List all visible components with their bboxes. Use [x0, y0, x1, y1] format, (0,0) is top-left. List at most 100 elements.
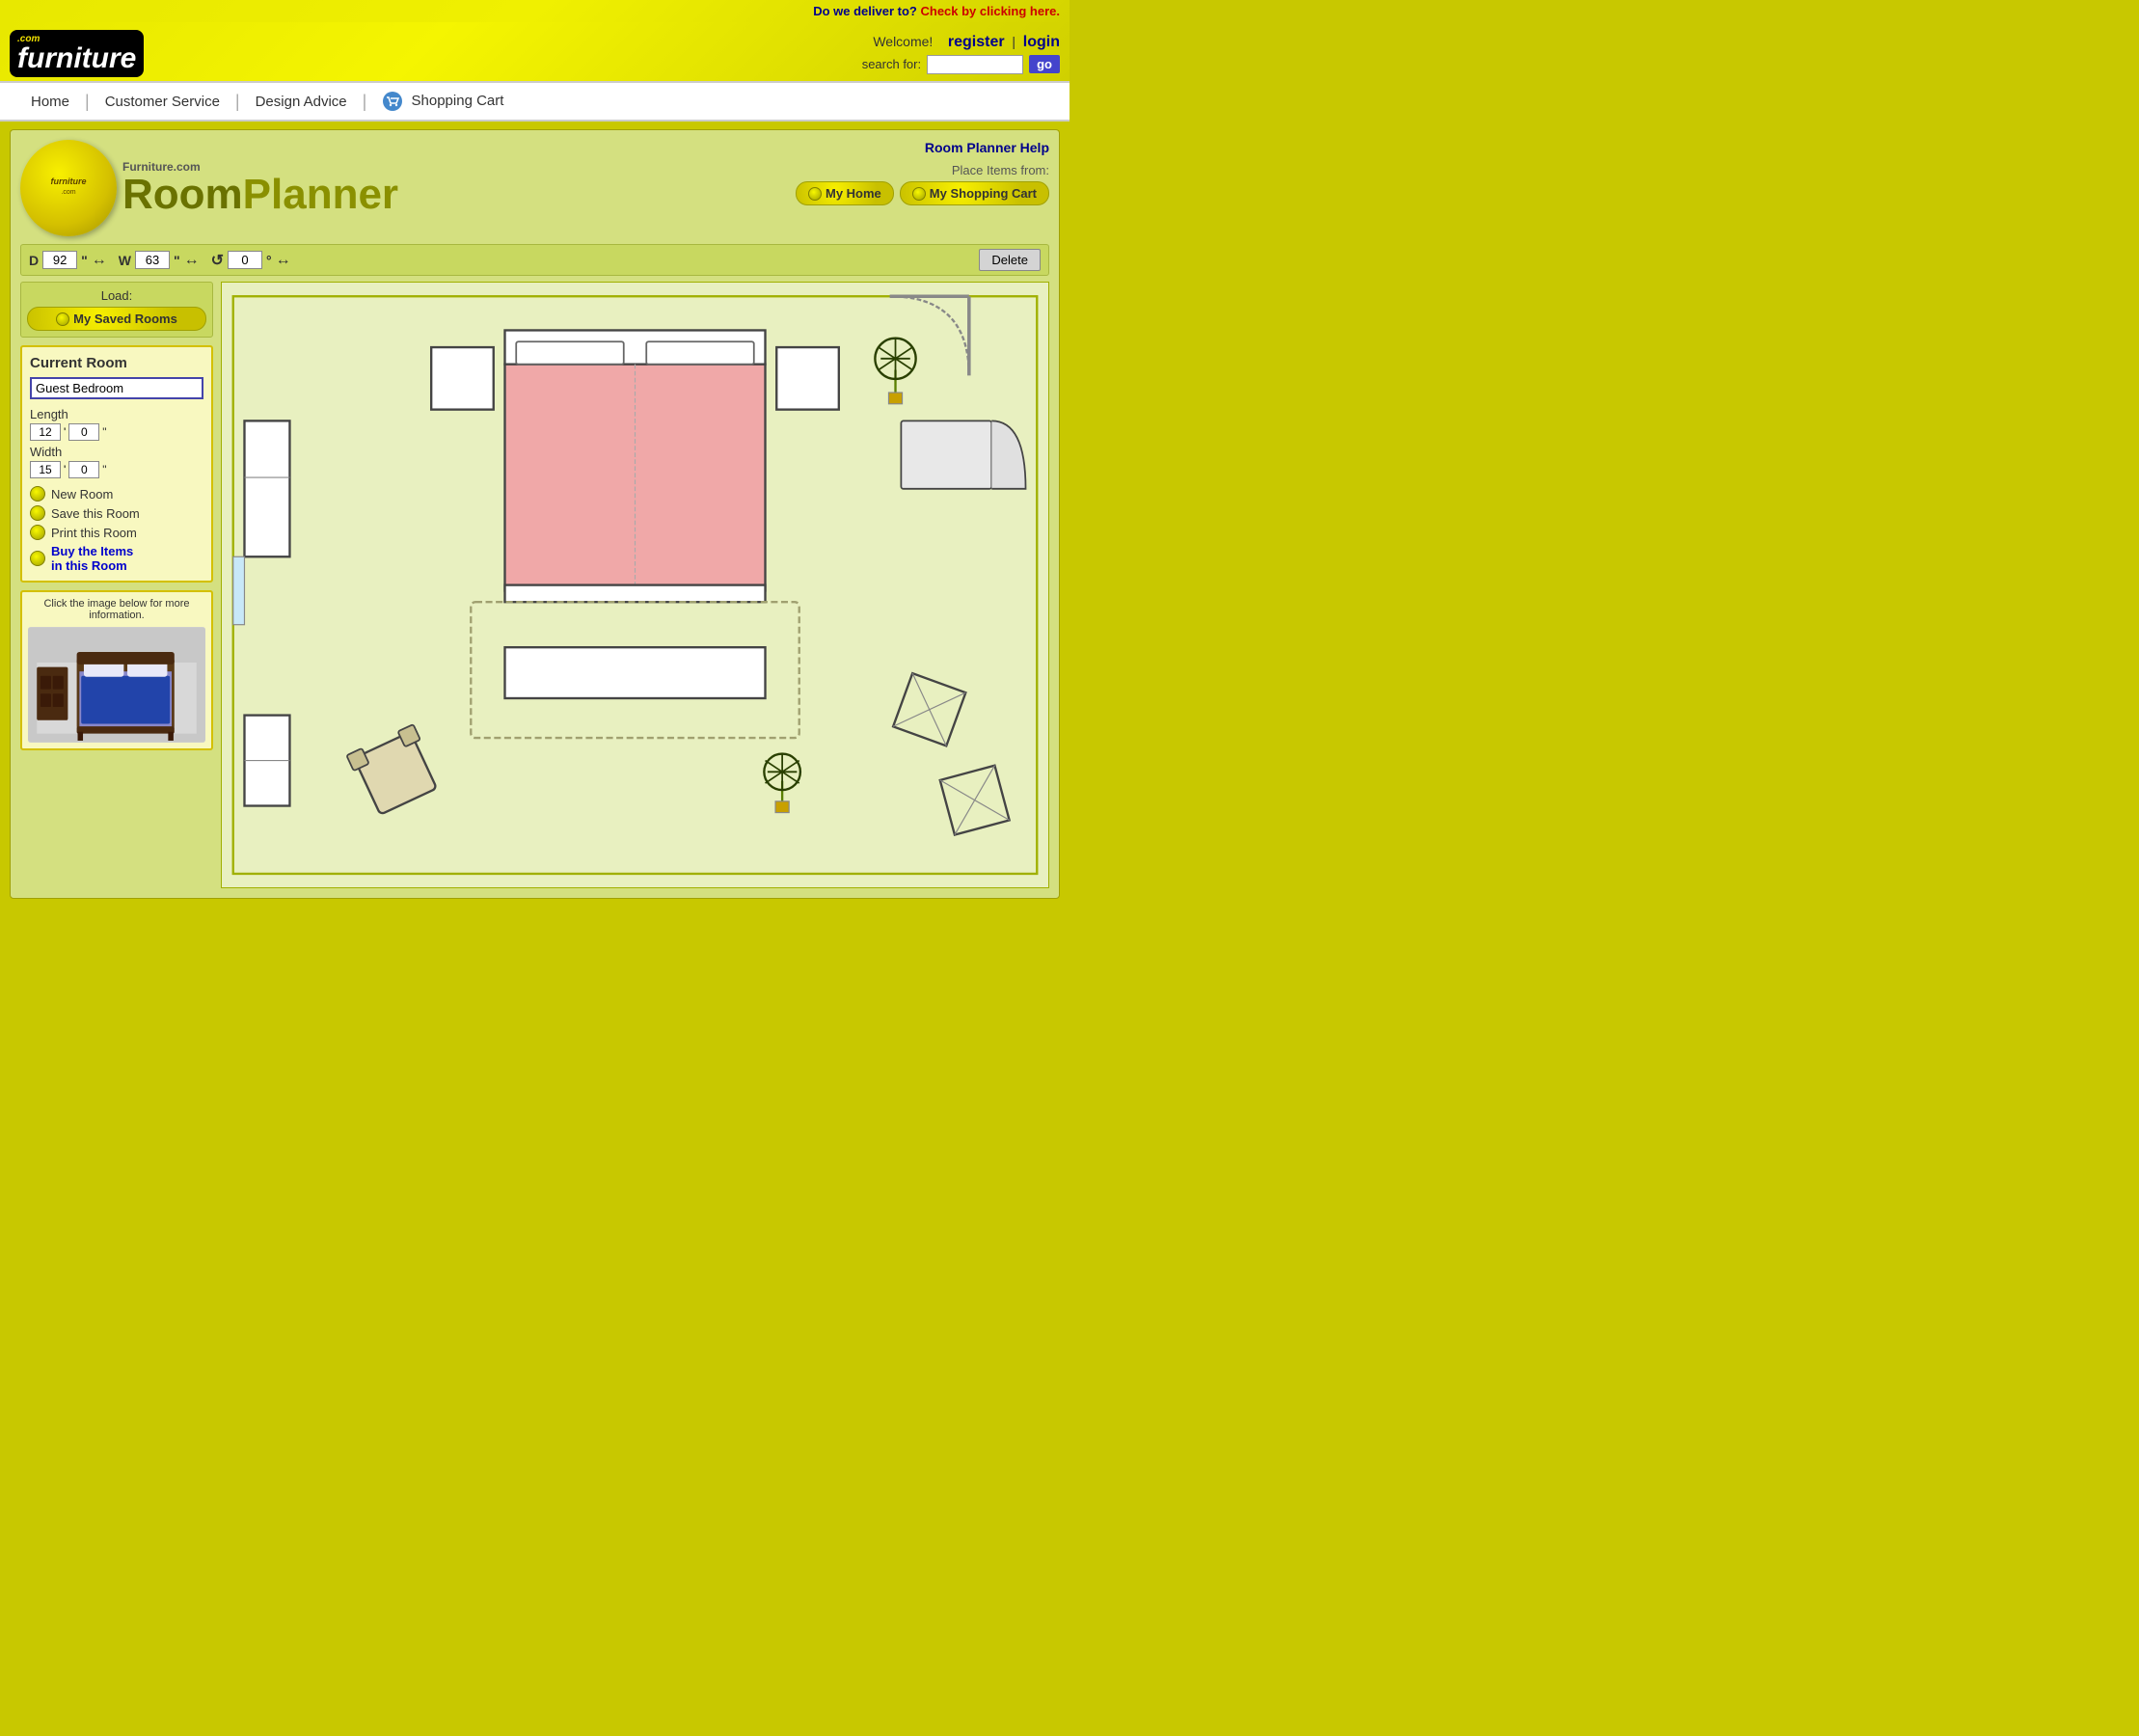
- width-ft-mark: ': [64, 463, 66, 476]
- footer-bar: [0, 912, 1070, 932]
- my-shopping-cart-button[interactable]: My Shopping Cart: [900, 181, 1049, 205]
- register-link[interactable]: register: [948, 34, 1005, 50]
- width-in-mark: ": [102, 463, 106, 476]
- width-dim-row: Width ' ": [30, 445, 203, 478]
- separator: |: [1012, 34, 1015, 49]
- length-in-input[interactable]: [68, 423, 99, 441]
- nav-home[interactable]: Home: [15, 92, 85, 112]
- header-links: Welcome! register | login: [873, 34, 1060, 51]
- load-section: Load: My Saved Rooms: [20, 282, 213, 338]
- search-label: search for:: [862, 57, 921, 71]
- depth-label: D: [29, 253, 39, 268]
- save-room-dot: [30, 505, 45, 521]
- new-room-action[interactable]: New Room: [30, 486, 203, 502]
- saved-rooms-dot: [56, 312, 69, 326]
- print-room-dot: [30, 525, 45, 540]
- width-arrows: ↔: [184, 252, 200, 269]
- logo-box: .com furniture: [10, 30, 144, 77]
- delivery-bar: Do we deliver to? Check by clicking here…: [0, 0, 1070, 22]
- print-room-label: Print this Room: [51, 526, 137, 540]
- planner-top: furniture .com Furniture.com RoomPlanner…: [20, 140, 1049, 236]
- length-ft-mark: ': [64, 425, 66, 439]
- new-room-dot: [30, 486, 45, 502]
- save-room-label: Save this Room: [51, 506, 140, 521]
- depth-control: D " ↔: [29, 251, 107, 269]
- planner-text: Planner: [243, 171, 398, 218]
- width-in-input[interactable]: [68, 461, 99, 478]
- planner-logo-text: Furniture.com RoomPlanner: [107, 160, 398, 216]
- bed-svg: [28, 627, 205, 743]
- depth-input[interactable]: [42, 251, 77, 269]
- width-label: W: [119, 253, 131, 268]
- planner-title: RoomPlanner: [122, 174, 398, 216]
- width-ft-input[interactable]: [30, 461, 61, 478]
- rotate-icon: ↺: [211, 251, 224, 270]
- svg-text:.com: .com: [61, 189, 75, 196]
- width-dim-inputs: ' ": [30, 461, 203, 478]
- header: .com furniture Welcome! register | login…: [0, 22, 1070, 81]
- planner-help-area: Room Planner Help Place Items from: My H…: [796, 140, 1049, 205]
- room-floor-plan: [222, 283, 1048, 887]
- length-inputs: ' ": [30, 423, 203, 441]
- rotation-control: ↺ ° ↔: [211, 251, 291, 270]
- planner-logo-circle: furniture .com: [20, 140, 117, 236]
- cart-icon: [382, 91, 403, 112]
- width-input[interactable]: [135, 251, 170, 269]
- place-buttons: My Home My Shopping Cart: [796, 181, 1049, 205]
- my-home-circle: [808, 187, 822, 201]
- delete-button[interactable]: Delete: [979, 249, 1041, 271]
- my-saved-rooms-button[interactable]: My Saved Rooms: [27, 307, 206, 331]
- welcome-text: Welcome!: [873, 34, 933, 49]
- delivery-link[interactable]: Check by clicking here.: [920, 4, 1060, 18]
- length-in-mark: ": [102, 425, 106, 439]
- buy-items-dot: [30, 551, 45, 566]
- planner-logo: furniture .com Furniture.com RoomPlanner: [20, 140, 398, 236]
- nav-design-advice[interactable]: Design Advice: [240, 92, 363, 112]
- planner-body: Load: My Saved Rooms Current Room Length: [20, 282, 1049, 888]
- room-name-input[interactable]: [30, 377, 203, 399]
- svg-text:furniture: furniture: [51, 176, 87, 186]
- print-room-action[interactable]: Print this Room: [30, 525, 203, 540]
- nav-shopping-cart[interactable]: Shopping Cart: [366, 89, 519, 114]
- planner-sidebar: Load: My Saved Rooms Current Room Length: [20, 282, 213, 888]
- controls-row: D " ↔ W " ↔ ↺ ° ↔ Delete: [20, 244, 1049, 276]
- delivery-question: Do we deliver to?: [813, 4, 917, 18]
- info-box-text: Click the image below for more informati…: [28, 598, 205, 621]
- main-content: furniture .com Furniture.com RoomPlanner…: [0, 122, 1070, 912]
- room-actions: New Room Save this Room Print this Room: [30, 486, 203, 573]
- go-button[interactable]: go: [1029, 55, 1060, 73]
- room-text: Room: [122, 171, 243, 218]
- width-dim-label: Width: [30, 445, 203, 459]
- length-label: Length: [30, 407, 203, 421]
- rotation-input[interactable]: [228, 251, 262, 269]
- furniture-logo-svg: furniture .com: [40, 159, 97, 217]
- login-link[interactable]: login: [1023, 34, 1060, 50]
- header-right: Welcome! register | login search for: go: [862, 34, 1060, 74]
- length-ft-input[interactable]: [30, 423, 61, 441]
- logo-area: .com furniture: [10, 30, 144, 77]
- rotation-arrows: ↔: [276, 252, 291, 269]
- room-planner: furniture .com Furniture.com RoomPlanner…: [10, 129, 1060, 899]
- place-items-label: Place Items from:: [796, 163, 1049, 177]
- load-label: Load:: [27, 288, 206, 303]
- bed-image[interactable]: [28, 627, 205, 743]
- current-room-title: Current Room: [30, 355, 203, 371]
- my-home-button[interactable]: My Home: [796, 181, 894, 205]
- nav-bar: Home | Customer Service | Design Advice …: [0, 81, 1070, 122]
- room-canvas[interactable]: [221, 282, 1049, 888]
- search-input[interactable]: [927, 55, 1023, 74]
- save-room-action[interactable]: Save this Room: [30, 505, 203, 521]
- room-planner-help-link[interactable]: Room Planner Help: [925, 140, 1049, 155]
- my-cart-circle: [912, 187, 926, 201]
- width-control: W " ↔: [119, 251, 200, 269]
- new-room-label: New Room: [51, 487, 113, 502]
- buy-items-label: Buy the Items in this Room: [51, 544, 133, 573]
- rotation-unit: °: [266, 253, 272, 268]
- info-box: Click the image below for more informati…: [20, 590, 213, 750]
- depth-unit: ": [81, 253, 88, 268]
- width-unit: ": [174, 253, 180, 268]
- length-row: Length ' ": [30, 407, 203, 441]
- buy-items-action[interactable]: Buy the Items in this Room: [30, 544, 203, 573]
- nav-customer-service[interactable]: Customer Service: [90, 92, 235, 112]
- depth-arrows: ↔: [92, 252, 107, 269]
